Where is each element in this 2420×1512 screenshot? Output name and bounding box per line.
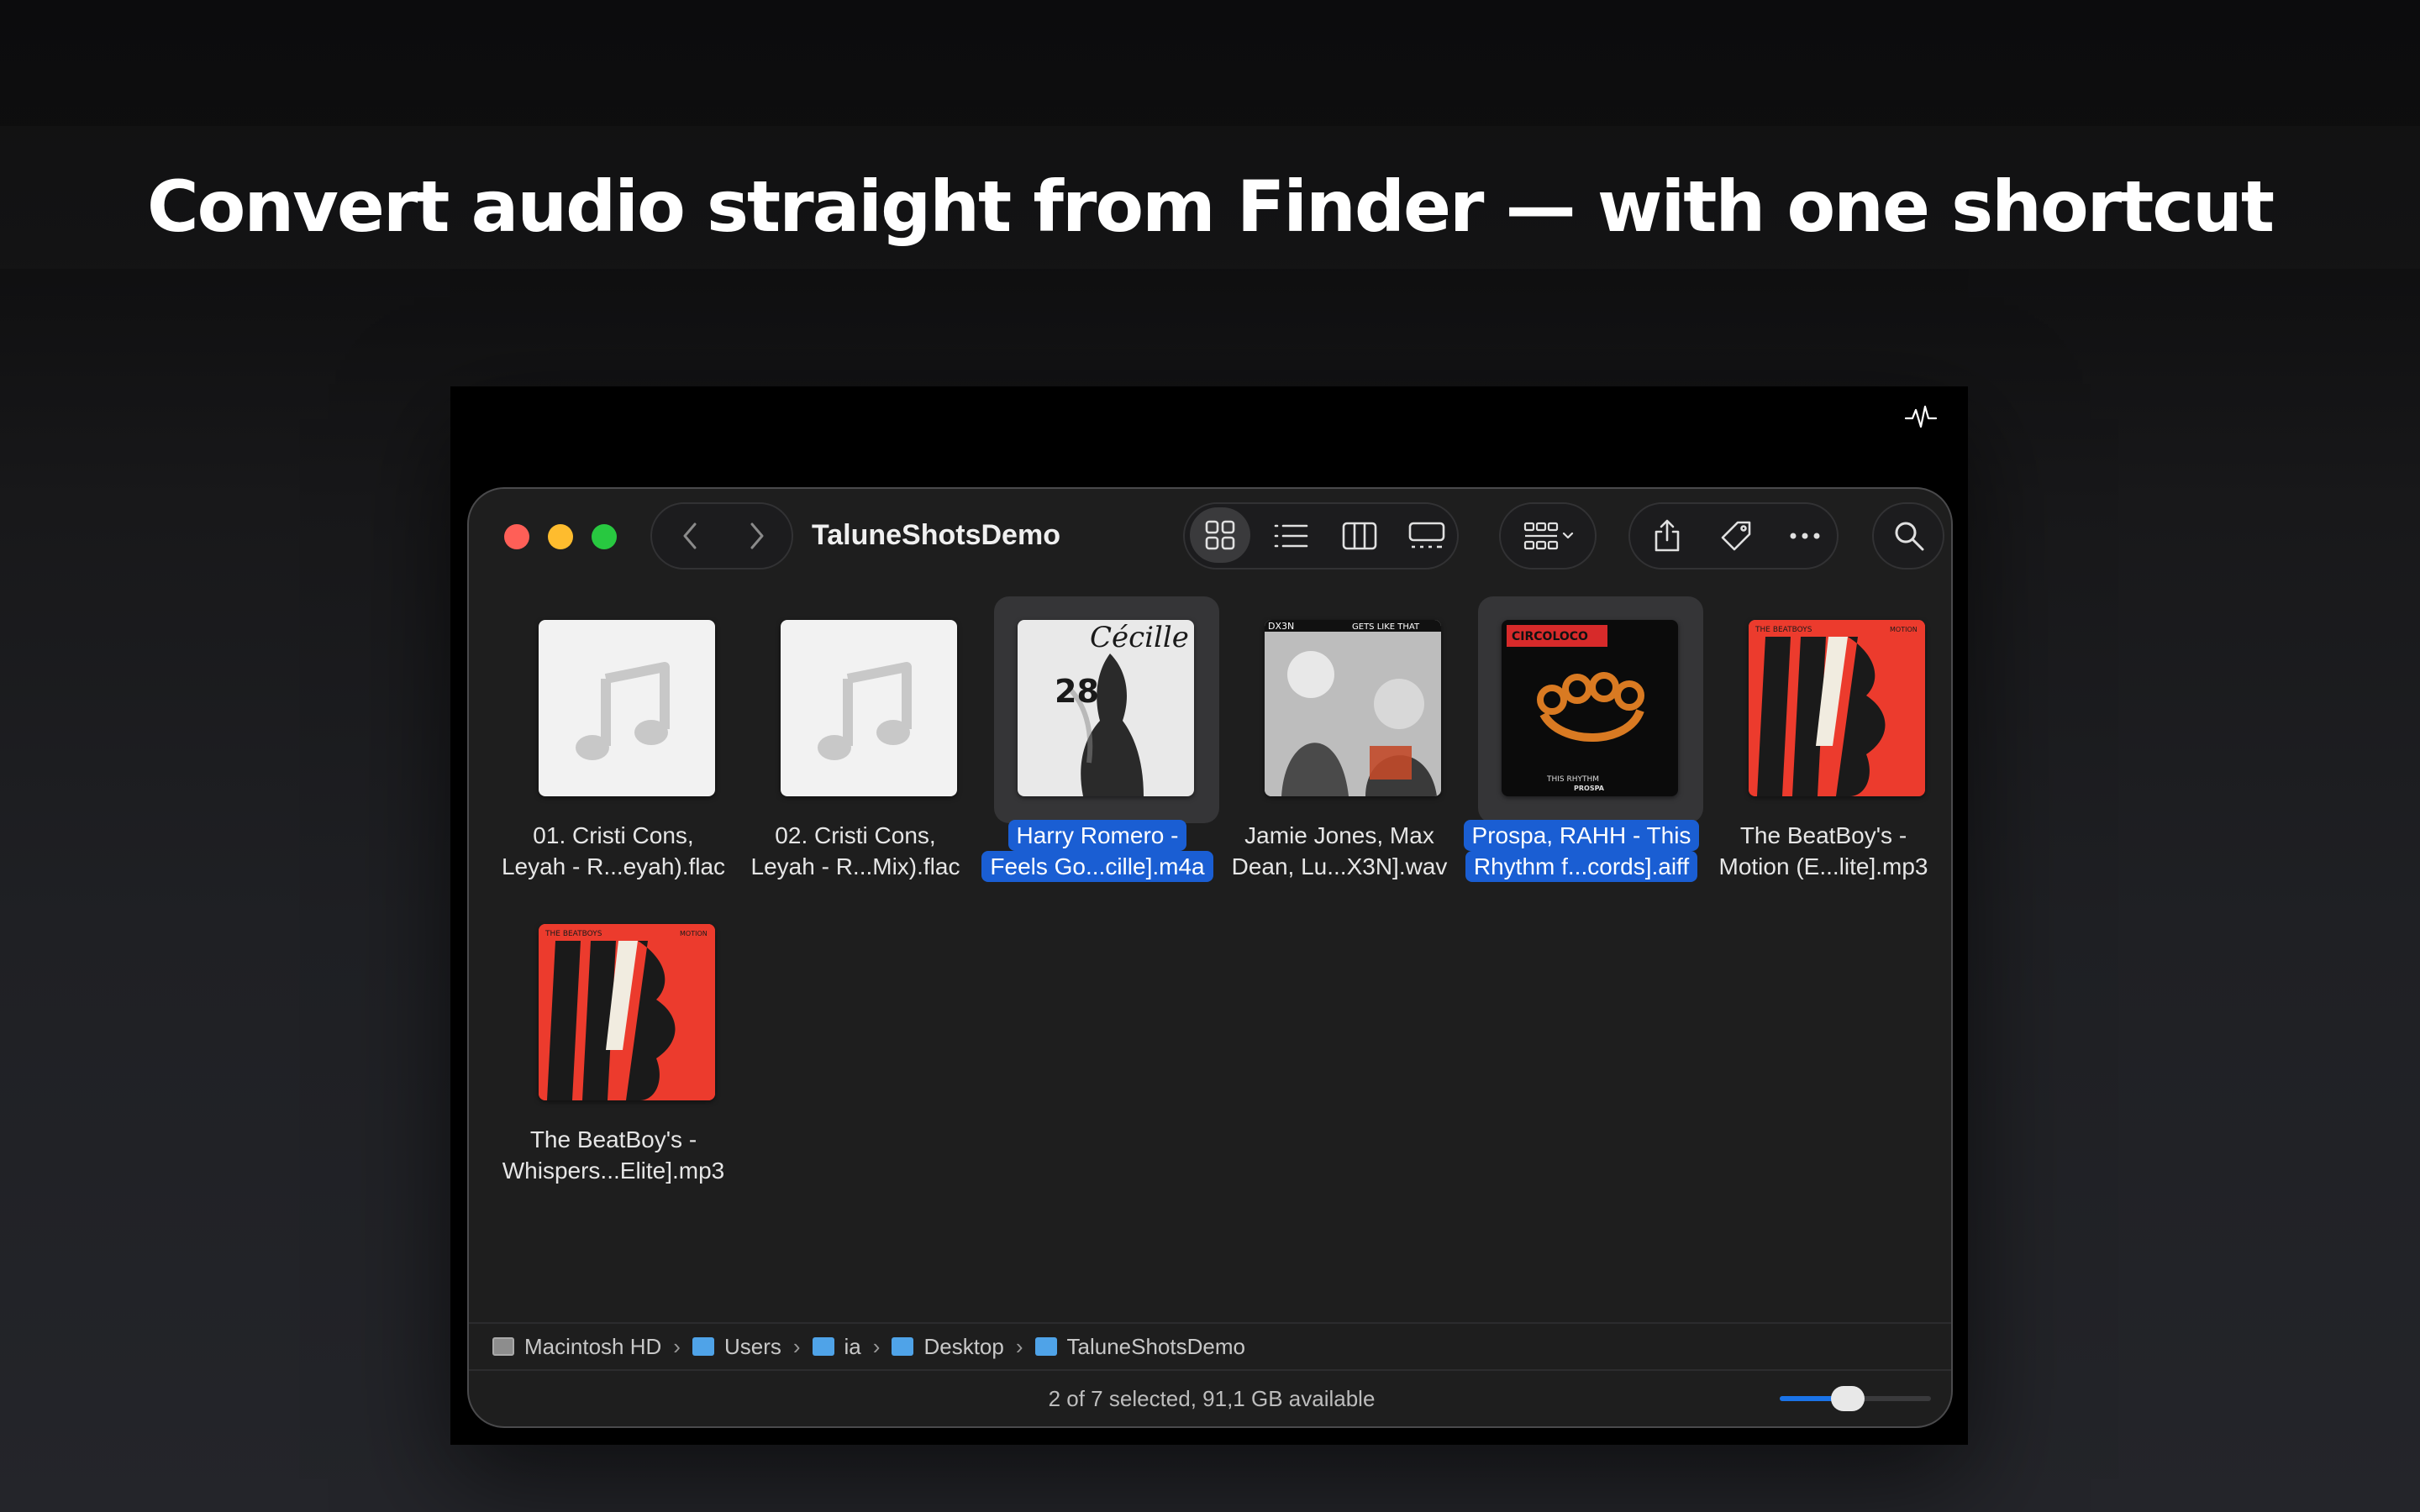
folder-users-icon: [692, 1337, 714, 1356]
file-name: The BeatBoy's - Motion (E...lite].mp3: [1718, 822, 1928, 879]
slider-knob[interactable]: [1831, 1386, 1865, 1411]
gallery-view-button[interactable]: [1397, 504, 1457, 568]
svg-text:THE BEATBOYS: THE BEATBOYS: [1754, 626, 1812, 634]
svg-text:THIS RHYTHM: THIS RHYTHM: [1546, 775, 1599, 784]
share-icon: [1655, 519, 1680, 552]
actions-group: [1628, 502, 1839, 570]
disk-icon: [492, 1337, 514, 1356]
svg-text:PROSPA: PROSPA: [1574, 785, 1605, 792]
desktop-screen: TaluneShotsDemo 01. Cristi Cons, Leyah -…: [450, 386, 1968, 1445]
tag-icon: [1721, 521, 1751, 551]
chevron-right-icon: ›: [792, 1333, 801, 1359]
forward-button[interactable]: [728, 504, 786, 568]
svg-text:THE BEATBOYS: THE BEATBOYS: [544, 930, 602, 938]
file-name: 01. Cristi Cons, Leyah - R...eyah).flac: [501, 822, 726, 879]
column-view-button[interactable]: [1329, 504, 1390, 568]
breadcrumb-desktop[interactable]: Desktop: [892, 1334, 1004, 1360]
chevron-right-icon: ›: [673, 1333, 681, 1359]
search-group: [1872, 502, 1944, 570]
svg-text:Cécille: Cécille: [1090, 621, 1189, 654]
finder-window: TaluneShotsDemo 01. Cristi Cons, Leyah -…: [467, 487, 1953, 1428]
chevron-right-icon: ›: [1015, 1333, 1023, 1359]
share-button[interactable]: [1635, 504, 1699, 568]
svg-text:CIRCOLOCO: CIRCOLOCO: [1512, 630, 1588, 643]
back-button[interactable]: [660, 504, 719, 568]
ellipsis-icon: [1790, 533, 1820, 539]
file-name: 02. Cristi Cons, Leyah - R...Mix).flac: [750, 822, 960, 879]
close-button[interactable]: [504, 524, 529, 549]
search-button[interactable]: [1877, 504, 1941, 568]
status-text: 2 of 7 selected, 91,1 GB available: [1048, 1386, 1376, 1411]
folder-icon: [1034, 1337, 1057, 1356]
headline: Convert audio straight from Finder — wit…: [146, 165, 2275, 248]
svg-text:28: 28: [1055, 673, 1099, 710]
zoom-button[interactable]: [592, 524, 617, 549]
tag-button[interactable]: [1704, 504, 1768, 568]
window-title: TaluneShotsDemo: [812, 519, 1060, 551]
file-name: Jamie Jones, Max Dean, Lu...X3N].wav: [1231, 822, 1448, 879]
group-by-button[interactable]: [1506, 504, 1593, 568]
folder-icon: [892, 1337, 914, 1356]
file-name: Harry Romero - Feels Go...cille].m4a: [979, 820, 1216, 882]
album-art-gets-like-that: DX3N GETS LIKE THAT: [1265, 620, 1441, 796]
svg-text:DX3N: DX3N: [1268, 621, 1294, 632]
album-art-beatboys: THE BEATBOYS MOTION: [539, 924, 715, 1100]
icon-view-button[interactable]: [1190, 507, 1250, 563]
album-art-circoloco: CIRCOLOCO THIS RHYTHM PROSPA: [1502, 620, 1678, 796]
status-bar: 2 of 7 selected, 91,1 GB available: [469, 1369, 1951, 1426]
chevron-right-icon: ›: [872, 1333, 881, 1359]
breadcrumb-ia[interactable]: ia: [812, 1334, 861, 1360]
waveform-menubar-icon[interactable]: [1904, 400, 1938, 433]
music-file-icon: [781, 620, 957, 796]
minimize-button[interactable]: [548, 524, 573, 549]
music-file-icon: [539, 620, 715, 796]
svg-text:GETS LIKE THAT: GETS LIKE THAT: [1352, 622, 1420, 632]
svg-text:MOTION: MOTION: [1890, 626, 1918, 633]
file-name: Prospa, RAHH - This Rhythm f...cords].ai…: [1463, 820, 1700, 882]
group-grid-icon: [1523, 522, 1574, 550]
list-icon: [1274, 524, 1308, 548]
breadcrumb-taluneshotsdemo[interactable]: TaluneShotsDemo: [1034, 1334, 1245, 1360]
navigation-group: [650, 502, 793, 570]
list-view-button[interactable]: [1260, 504, 1321, 568]
path-bar: Macintosh HD › Users › ia › Desktop › Ta…: [469, 1322, 1951, 1369]
breadcrumb-macintosh-hd[interactable]: Macintosh HD: [492, 1334, 661, 1360]
album-art-beatboys: THE BEATBOYS MOTION: [1749, 620, 1925, 796]
more-button[interactable]: [1773, 504, 1837, 568]
breadcrumb-users[interactable]: Users: [692, 1334, 781, 1360]
columns-icon: [1342, 522, 1377, 550]
file-name: The BeatBoy's - Whispers...Elite].mp3: [502, 1126, 725, 1184]
svg-text:MOTION: MOTION: [680, 930, 708, 937]
search-icon: [1895, 522, 1924, 551]
grid-icon: [1205, 520, 1235, 550]
gallery-icon: [1408, 522, 1445, 549]
home-folder-icon: [812, 1337, 834, 1356]
view-mode-group: [1183, 502, 1459, 570]
group-by-group: [1499, 502, 1597, 570]
chevron-left-icon: [683, 522, 697, 549]
chevron-right-icon: [750, 522, 764, 549]
album-art-cecille: Cécille 28: [1018, 620, 1194, 796]
